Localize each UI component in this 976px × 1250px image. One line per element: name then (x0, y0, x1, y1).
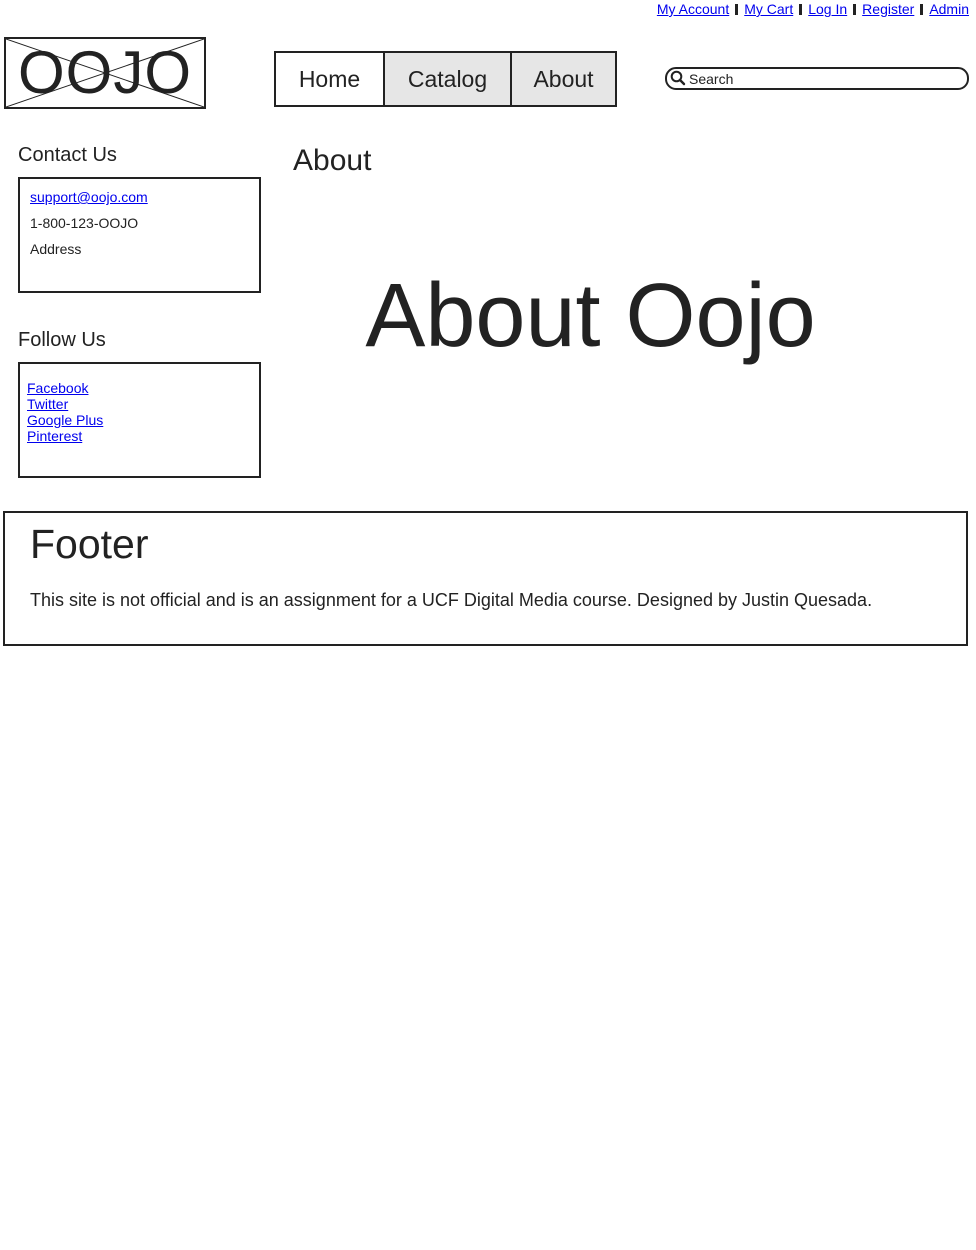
my-cart-link[interactable]: My Cart (744, 1, 793, 17)
footer-title: Footer (30, 521, 149, 567)
contact-address: Address (30, 241, 82, 257)
separator (920, 4, 924, 15)
tab-about[interactable]: About (510, 53, 615, 105)
hero-heading: About Oojo (365, 266, 816, 366)
utility-links: My Account My Cart Log In Register Admin (657, 0, 969, 18)
contact-box: support@oojo.com 1-800-123-OOJO Address (18, 177, 261, 293)
separator (853, 4, 857, 15)
main-nav: Home Catalog About (274, 51, 617, 107)
search-icon[interactable] (670, 70, 686, 86)
twitter-link[interactable]: Twitter (27, 396, 103, 412)
separator (735, 4, 739, 15)
log-in-link[interactable]: Log In (808, 1, 847, 17)
separator (799, 4, 803, 15)
tab-catalog[interactable]: Catalog (383, 53, 510, 105)
search-box (665, 67, 969, 90)
footer-text: This site is not official and is an assi… (30, 590, 873, 610)
google-plus-link[interactable]: Google Plus (27, 412, 103, 428)
follow-box: Facebook Twitter Google Plus Pinterest (18, 362, 261, 478)
footer: Footer This site is not official and is … (3, 511, 968, 646)
my-account-link[interactable]: My Account (657, 1, 729, 17)
pinterest-link[interactable]: Pinterest (27, 428, 103, 444)
social-links: Facebook Twitter Google Plus Pinterest (27, 380, 103, 444)
register-link[interactable]: Register (862, 1, 914, 17)
follow-heading: Follow Us (18, 329, 106, 351)
contact-email-link[interactable]: support@oojo.com (30, 189, 148, 205)
contact-phone: 1-800-123-OOJO (30, 215, 139, 231)
logo[interactable]: OOJO (4, 37, 206, 109)
facebook-link[interactable]: Facebook (27, 380, 103, 396)
search-input[interactable] (689, 69, 959, 88)
tab-home[interactable]: Home (276, 53, 383, 105)
page-title: About (293, 144, 372, 177)
admin-link[interactable]: Admin (929, 1, 969, 17)
contact-heading: Contact Us (18, 144, 117, 166)
logo-text: OOJO (17, 39, 192, 106)
